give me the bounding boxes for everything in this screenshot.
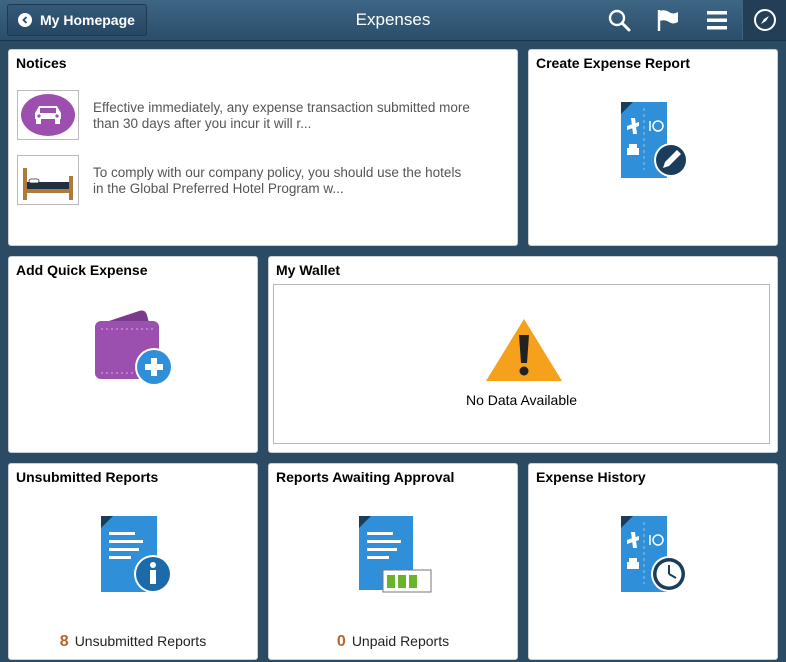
- notices-tile[interactable]: Notices Effective immediately, any expen…: [8, 49, 518, 246]
- back-icon: [18, 13, 32, 27]
- flag-icon[interactable]: [656, 8, 680, 32]
- my-wallet-title: My Wallet: [276, 262, 341, 278]
- document-progress-icon: [359, 516, 432, 593]
- bed-icon: [17, 155, 79, 205]
- top-banner: My Homepage Expenses: [0, 0, 786, 41]
- reports-awaiting-approval-title: Reports Awaiting Approval: [276, 469, 455, 485]
- warning-icon: [486, 319, 562, 381]
- search-icon[interactable]: [607, 8, 631, 32]
- menu-icon[interactable]: [705, 8, 729, 32]
- wallet-add-icon: [95, 310, 173, 386]
- unpaid-count-line[interactable]: 0 Unpaid Reports: [269, 633, 517, 651]
- unsubmitted-count: 8: [59, 633, 69, 650]
- unpaid-count: 0: [336, 633, 346, 650]
- home-button[interactable]: My Homepage: [7, 4, 147, 36]
- navbar-compass-icon: [754, 9, 776, 31]
- no-data-message: No Data Available: [465, 392, 578, 408]
- my-wallet-tile[interactable]: My Wallet No Data Available: [268, 256, 778, 453]
- notice-item[interactable]: To comply with our company policy, you s…: [17, 155, 487, 207]
- navbar-button[interactable]: [742, 0, 786, 40]
- expense-history-tile[interactable]: Expense History: [528, 463, 778, 660]
- unsubmitted-reports-tile[interactable]: Unsubmitted Reports 8 Unsubmitted Reports: [8, 463, 258, 660]
- car-icon: [17, 90, 79, 140]
- notice-text: Effective immediately, any expense trans…: [93, 100, 470, 131]
- document-info-icon: [101, 516, 171, 593]
- unpaid-count-label: Unpaid Reports: [351, 633, 450, 649]
- unsubmitted-count-label: Unsubmitted Reports: [74, 633, 207, 649]
- unsubmitted-reports-title: Unsubmitted Reports: [16, 469, 159, 485]
- home-button-label: My Homepage: [40, 12, 135, 28]
- expense-history-title: Expense History: [536, 469, 646, 485]
- unsubmitted-count-line[interactable]: 8 Unsubmitted Reports: [9, 633, 257, 651]
- notice-text: To comply with our company policy, you s…: [93, 165, 462, 196]
- add-quick-expense-tile[interactable]: Add Quick Expense: [8, 256, 258, 453]
- add-quick-expense-title: Add Quick Expense: [16, 262, 148, 278]
- expense-report-edit-icon: [621, 102, 688, 178]
- wallet-content: No Data Available: [273, 284, 770, 444]
- create-expense-report-tile[interactable]: Create Expense Report: [528, 49, 778, 246]
- notices-title: Notices: [16, 55, 67, 71]
- notice-item[interactable]: Effective immediately, any expense trans…: [17, 90, 487, 142]
- expense-report-clock-icon: [621, 516, 687, 592]
- create-expense-report-title: Create Expense Report: [536, 55, 691, 71]
- reports-awaiting-approval-tile[interactable]: Reports Awaiting Approval 0 Unpaid Report…: [268, 463, 518, 660]
